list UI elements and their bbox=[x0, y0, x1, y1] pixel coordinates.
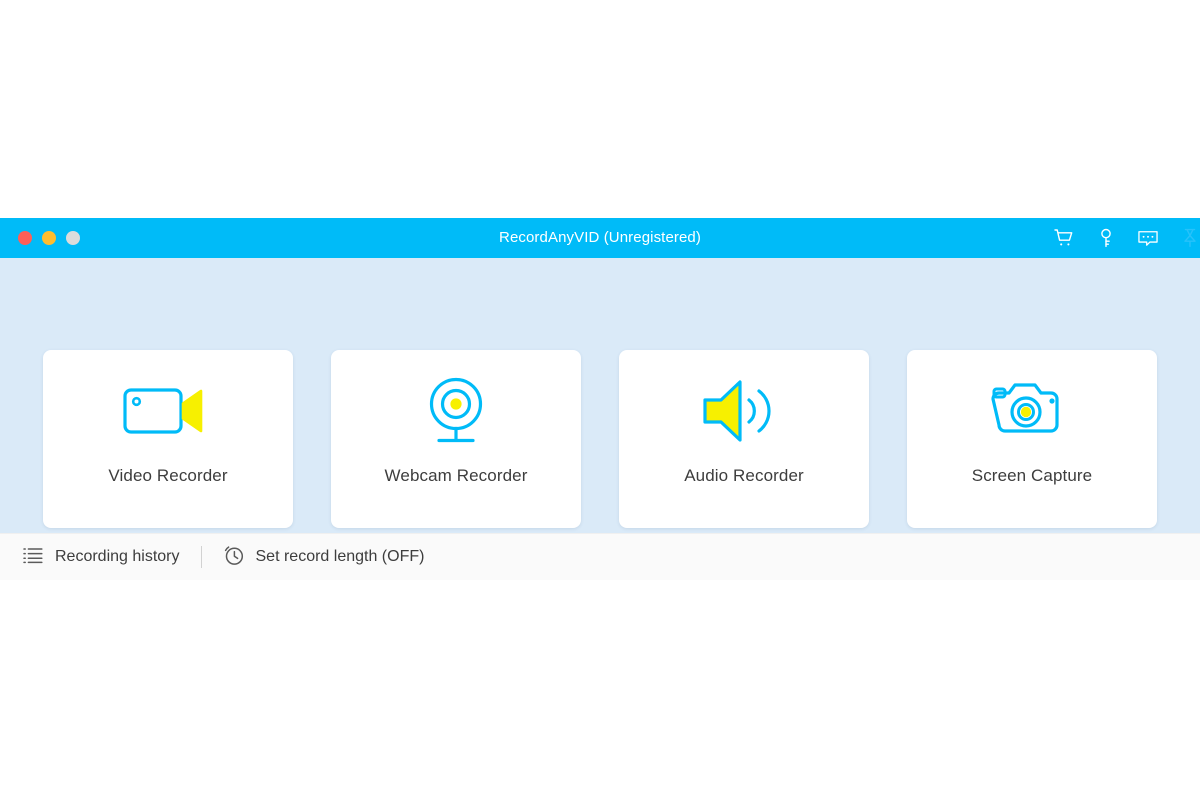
bottom-toolbar: Recording history Set record length (OFF… bbox=[0, 533, 1200, 580]
video-camera-icon bbox=[122, 356, 214, 466]
speaker-icon bbox=[702, 356, 786, 466]
window-title: RecordAnyVID (Unregistered) bbox=[499, 229, 701, 246]
pin-icon[interactable] bbox=[1178, 226, 1200, 250]
title-bar-actions bbox=[1052, 218, 1200, 258]
key-icon[interactable] bbox=[1094, 226, 1118, 250]
title-bar: RecordAnyVID (Unregistered) bbox=[0, 218, 1200, 258]
card-label: Screen Capture bbox=[971, 466, 1093, 485]
webcam-icon bbox=[417, 356, 495, 466]
card-webcam-recorder[interactable]: Webcam Recorder bbox=[331, 350, 581, 528]
cart-icon[interactable] bbox=[1052, 226, 1076, 250]
list-icon bbox=[22, 545, 44, 570]
mode-card-grid: Video Recorder Webcam Recorder Audio Rec… bbox=[0, 258, 1200, 533]
app-window: RecordAnyVID (Unregistered) Video Record… bbox=[0, 218, 1200, 580]
recording-history-button[interactable]: Recording history bbox=[22, 545, 180, 570]
card-label: Audio Recorder bbox=[684, 466, 804, 485]
camera-icon bbox=[990, 356, 1074, 466]
card-audio-recorder[interactable]: Audio Recorder bbox=[619, 350, 869, 528]
toolbar-divider bbox=[200, 546, 202, 568]
card-label: Webcam Recorder bbox=[384, 466, 528, 485]
feedback-icon[interactable] bbox=[1136, 226, 1160, 250]
set-record-length-button[interactable]: Set record length (OFF) bbox=[223, 544, 425, 571]
card-label: Video Recorder bbox=[108, 466, 228, 485]
card-video-recorder[interactable]: Video Recorder bbox=[43, 350, 293, 528]
card-screen-capture[interactable]: Screen Capture bbox=[907, 350, 1157, 528]
recording-history-label: Recording history bbox=[55, 548, 180, 565]
set-record-length-label: Set record length (OFF) bbox=[255, 548, 425, 565]
clock-icon bbox=[223, 544, 245, 571]
app-screenshot: RecordAnyVID (Unregistered) Video Record… bbox=[0, 0, 1200, 800]
